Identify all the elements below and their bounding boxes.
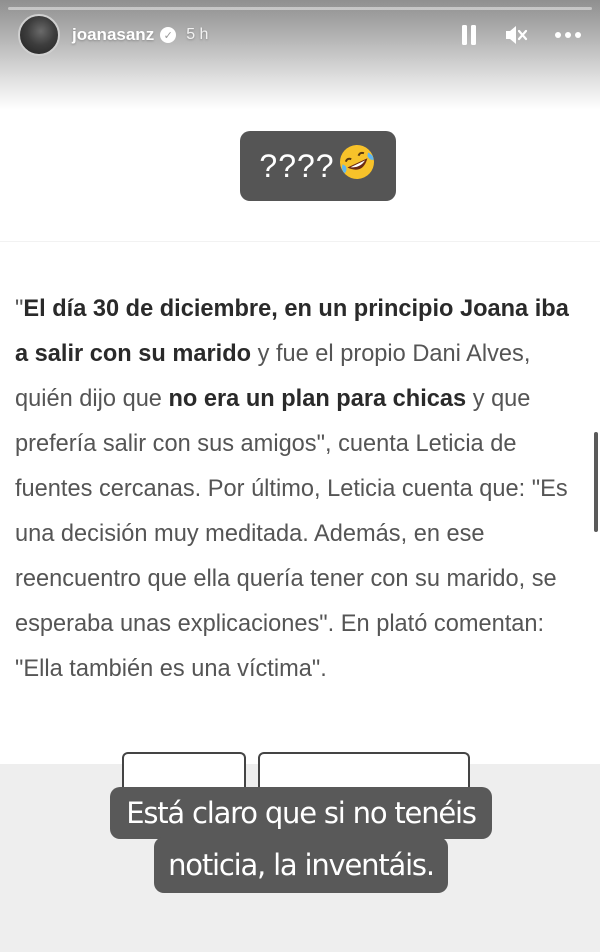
caption-line-2: noticia, la inventáis. xyxy=(154,837,448,893)
partial-button-right[interactable] xyxy=(258,752,470,792)
username[interactable]: joanasanz xyxy=(72,25,154,45)
partial-button-left[interactable] xyxy=(122,752,246,792)
sticker-text: ???? xyxy=(259,147,335,184)
divider xyxy=(0,241,600,242)
scrollbar[interactable] xyxy=(594,432,598,532)
text-sticker: ???? xyxy=(240,131,396,201)
article-text: "El día 30 de diciembre, en un principio… xyxy=(15,296,569,682)
verified-badge-icon: ✓ xyxy=(160,27,177,43)
time-ago: 5 h xyxy=(186,26,209,43)
pause-icon[interactable] xyxy=(460,24,478,46)
caption-line-1: Está claro que si no tenéis xyxy=(110,787,492,839)
rolling-on-the-floor-laughing-icon xyxy=(337,142,377,190)
more-icon[interactable] xyxy=(554,31,582,39)
story-progress-bar xyxy=(8,7,592,10)
story-header: joanasanz ✓ 5 h xyxy=(18,12,582,58)
avatar[interactable] xyxy=(18,14,60,56)
mute-icon[interactable] xyxy=(504,24,528,46)
story-controls xyxy=(460,24,582,46)
caption: Está claro que si no tenéis noticia, la … xyxy=(110,787,492,893)
